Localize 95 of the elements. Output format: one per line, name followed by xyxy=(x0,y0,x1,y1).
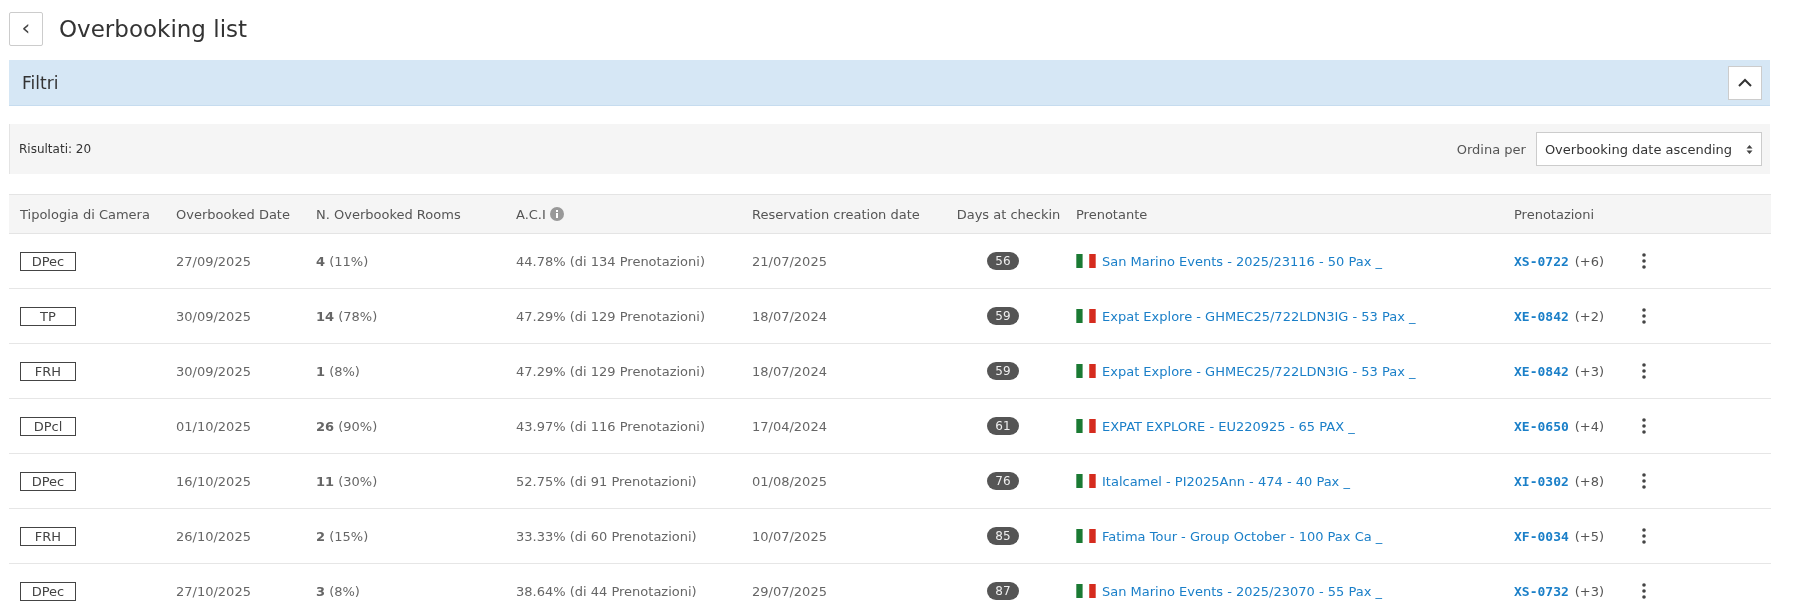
table-cell: 4 (11%) xyxy=(316,253,369,269)
days-badge: 59 xyxy=(987,362,1019,380)
more-options-icon[interactable] xyxy=(1642,363,1646,379)
table-cell: 11 (30%) xyxy=(316,473,378,489)
more-options-icon[interactable] xyxy=(1642,473,1646,489)
room-type-tag: DPec xyxy=(20,581,76,601)
table-cell: 10/07/2025 xyxy=(752,528,827,544)
extra-count: (+4) xyxy=(1574,418,1605,434)
flag-icon xyxy=(1076,254,1096,268)
room-type-tag: TP xyxy=(20,306,76,326)
flag-icon xyxy=(1076,474,1096,488)
flag-icon xyxy=(1076,309,1096,323)
page-title: Overbooking list xyxy=(59,16,248,42)
column-header: Tipologia di Camera xyxy=(20,206,150,222)
booker-link[interactable]: San Marino Events - 2025/23070 - 55 Pax _ xyxy=(1102,583,1383,599)
table-cell: 47.29% (di 129 Prenotazioni) xyxy=(516,363,705,379)
table-cell: 26 (90%) xyxy=(316,418,378,434)
table-cell: 14 (78%) xyxy=(316,308,378,324)
extra-count: (+8) xyxy=(1574,473,1605,489)
table-cell: 33.33% (di 60 Prenotazioni) xyxy=(516,528,697,544)
room-type-tag: DPcl xyxy=(20,416,76,436)
column-header: Days at checkin xyxy=(956,206,1061,222)
column-header: N. Overbooked Rooms xyxy=(316,206,461,222)
column-header: Overbooked Date xyxy=(176,206,290,222)
table-cell: 52.75% (di 91 Prenotazioni) xyxy=(516,473,697,489)
table-cell: 38.64% (di 44 Prenotazioni) xyxy=(516,583,697,599)
reservation-link[interactable]: XI-0302 xyxy=(1514,473,1569,489)
column-header: Reservation creation date xyxy=(752,206,920,222)
days-badge: 59 xyxy=(987,307,1019,325)
booker-link[interactable]: EXPAT EXPLORE - EU220925 - 65 PAX _ xyxy=(1102,418,1355,434)
table-cell: 17/04/2024 xyxy=(752,418,827,434)
more-options-icon[interactable] xyxy=(1642,583,1646,599)
extra-count: (+5) xyxy=(1574,528,1605,544)
reservation-link[interactable]: XF-0034 xyxy=(1514,528,1569,544)
days-badge: 87 xyxy=(987,582,1019,600)
table-cell: 1 (8%) xyxy=(316,363,360,379)
room-type-tag: DPec xyxy=(20,471,76,491)
reservation-link[interactable]: XE-0650 xyxy=(1514,418,1569,434)
table-cell: 01/10/2025 xyxy=(176,418,251,434)
days-badge: 76 xyxy=(987,472,1019,490)
sort-select[interactable]: Overbooking date ascending xyxy=(1535,132,1762,166)
more-options-icon[interactable] xyxy=(1642,418,1646,434)
chevron-icon xyxy=(1738,78,1752,87)
sort-label: Ordina per xyxy=(1456,141,1526,157)
table-cell: 27/10/2025 xyxy=(176,583,251,599)
filters-title: Filtri xyxy=(22,72,59,93)
table-cell: 18/07/2024 xyxy=(752,363,827,379)
table-cell: 2 (15%) xyxy=(316,528,369,544)
table-cell: 30/09/2025 xyxy=(176,363,251,379)
table-cell: 26/10/2025 xyxy=(176,528,251,544)
table-cell: 18/07/2024 xyxy=(752,308,827,324)
more-options-icon[interactable] xyxy=(1642,308,1646,324)
table-cell: 30/09/2025 xyxy=(176,308,251,324)
info-icon xyxy=(549,207,564,221)
more-options-icon[interactable] xyxy=(1642,253,1646,269)
table-cell: 21/07/2025 xyxy=(752,253,827,269)
sort-arrows-icon xyxy=(1746,143,1753,155)
extra-count: (+3) xyxy=(1574,363,1605,379)
table-cell: 01/08/2025 xyxy=(752,473,827,489)
table-cell: 16/10/2025 xyxy=(176,473,251,489)
days-badge: 61 xyxy=(987,417,1019,435)
reservation-link[interactable]: XE-0842 xyxy=(1514,308,1569,324)
extra-count: (+3) xyxy=(1574,583,1605,599)
back-button[interactable]: ‹ xyxy=(9,12,43,46)
extra-count: (+2) xyxy=(1574,308,1605,324)
extra-count: (+6) xyxy=(1574,253,1605,269)
flag-icon xyxy=(1076,529,1096,543)
booker-link[interactable]: Fatima Tour - Group October - 100 Pax Ca _ xyxy=(1102,528,1383,544)
booker-link[interactable]: Italcamel - PI2025Ann - 474 - 40 Pax _ xyxy=(1102,473,1350,489)
table-cell: 43.97% (di 116 Prenotazioni) xyxy=(516,418,705,434)
days-badge: 56 xyxy=(987,252,1019,270)
table-cell: 27/09/2025 xyxy=(176,253,251,269)
room-type-tag: DPec xyxy=(20,251,76,271)
room-type-tag: FRH xyxy=(20,361,76,381)
results-count: Risultati: 20 xyxy=(19,142,92,156)
flag-icon xyxy=(1076,364,1096,378)
reservation-link[interactable]: XE-0842 xyxy=(1514,363,1569,379)
booker-link[interactable]: Expat Explore - GHMEC25/722LDN3IG - 53 Pax _ xyxy=(1102,308,1416,324)
collapse-toggle-button[interactable] xyxy=(1728,65,1762,100)
reservation-link[interactable]: XS-0722 xyxy=(1514,253,1569,269)
flag-icon xyxy=(1076,419,1096,433)
table-cell: 44.78% (di 134 Prenotazioni) xyxy=(516,253,705,269)
days-badge: 85 xyxy=(987,527,1019,545)
reservation-link[interactable]: XS-0732 xyxy=(1514,583,1569,599)
column-header: Prenotante xyxy=(1076,206,1148,222)
table-cell: 3 (8%) xyxy=(316,583,360,599)
booker-link[interactable]: Expat Explore - GHMEC25/722LDN3IG - 53 Pax _ xyxy=(1102,363,1416,379)
column-header: Prenotazioni xyxy=(1514,206,1595,222)
flag-icon xyxy=(1076,584,1096,598)
more-options-icon[interactable] xyxy=(1642,528,1646,544)
table-cell: 29/07/2025 xyxy=(752,583,827,599)
booker-link[interactable]: San Marino Events - 2025/23116 - 50 Pax _ xyxy=(1102,253,1383,269)
table-cell: 47.29% (di 129 Prenotazioni) xyxy=(516,308,705,324)
column-header: A.C.I xyxy=(516,206,546,222)
room-type-tag: FRH xyxy=(20,526,76,546)
